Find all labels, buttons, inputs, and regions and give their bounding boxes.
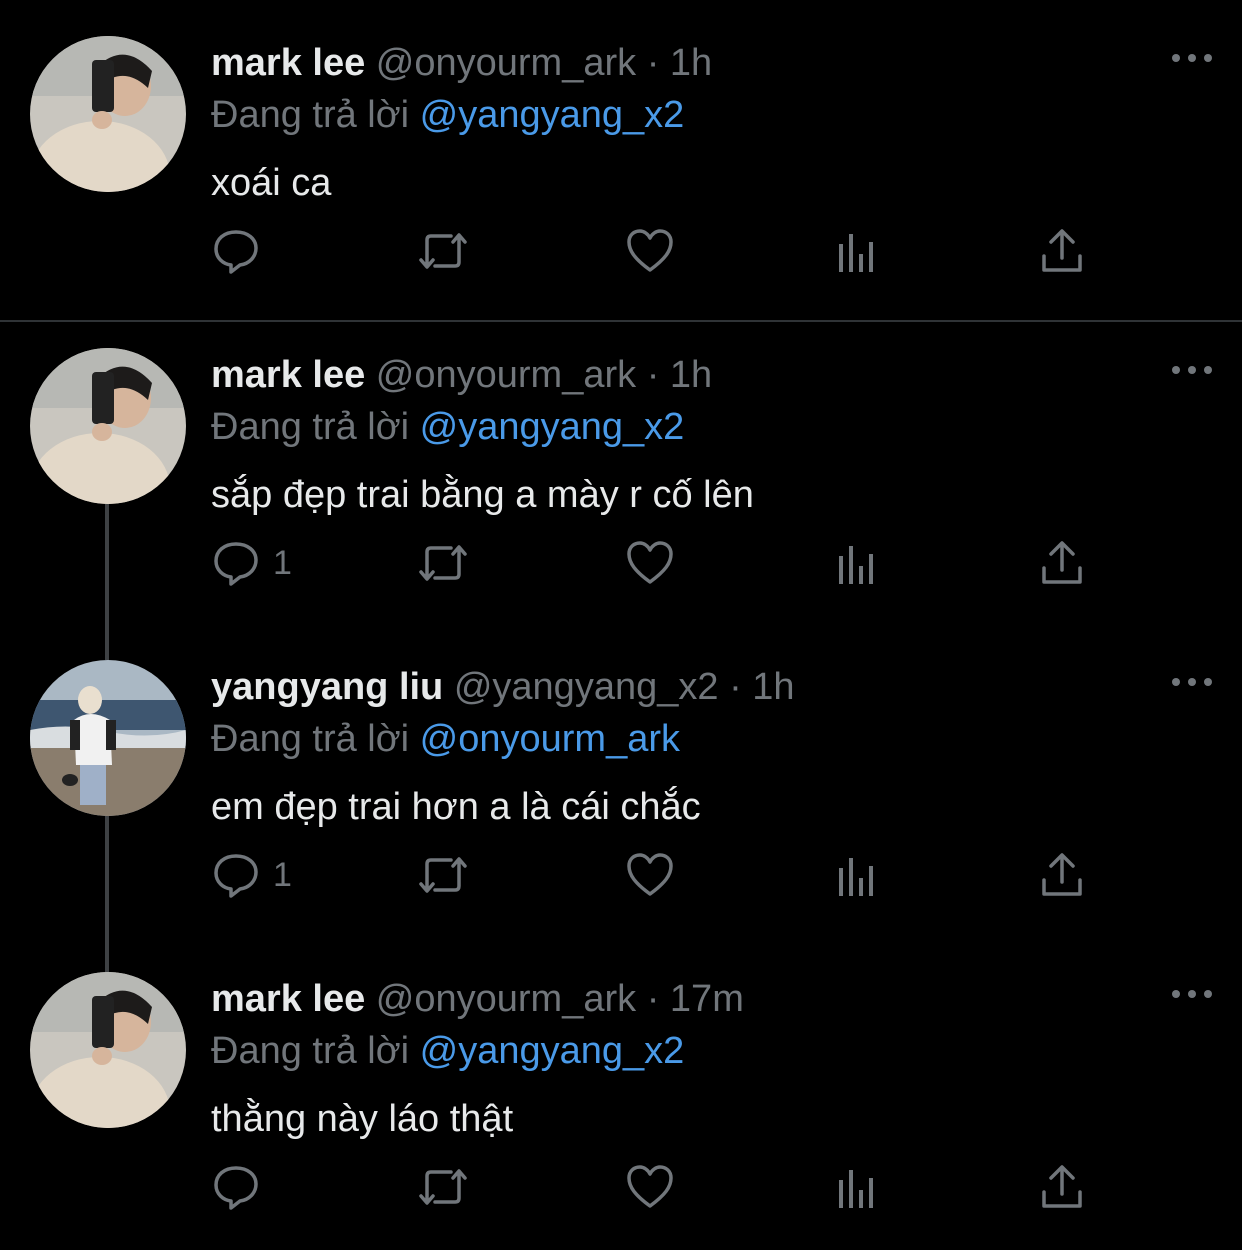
retweet-icon [415,850,471,900]
more-icon[interactable] [1172,672,1212,692]
timestamp[interactable]: 1h [670,354,712,396]
tweet-header: mark lee @onyourm_ark · 1h [211,40,712,86]
retweet-icon [415,226,471,276]
tweet-header: mark lee @onyourm_ark · 17m [211,976,744,1022]
analytics-button[interactable] [835,850,879,900]
like-button[interactable] [625,226,675,276]
heart-icon [625,1162,675,1212]
replying-to: Đang trả lời @yangyang_x2 [211,1028,684,1074]
tweet-text: em đẹp trai hơn a là cái chắc [211,786,701,828]
separator: · [646,42,660,84]
timestamp[interactable]: 17m [670,978,744,1020]
display-name[interactable]: mark lee [211,42,365,84]
timestamp[interactable]: 1h [752,666,794,708]
heart-icon [625,538,675,588]
reply-icon [211,1162,261,1212]
mention-link[interactable]: @yangyang_x2 [420,406,685,448]
action-bar: 1 [211,850,1111,900]
separator: · [729,666,742,708]
reply-icon [211,850,261,900]
retweet-button[interactable] [415,1162,471,1212]
mention-link[interactable]: @yangyang_x2 [420,94,685,136]
reply-icon [211,538,261,588]
more-icon[interactable] [1172,48,1212,68]
display-name[interactable]: yangyang liu [211,666,443,708]
analytics-icon [835,1162,879,1212]
separator: · [646,354,660,396]
tweet-text: sắp đẹp trai bằng a mày r cố lên [211,474,754,516]
reply-button[interactable]: 1 [211,538,292,588]
share-icon [1039,850,1085,900]
reply-button[interactable]: 1 [211,850,292,900]
reply-prefix: Đang trả lời [211,718,410,760]
retweet-icon [415,538,471,588]
mention-link[interactable]: @onyourm_ark [420,718,680,760]
analytics-button[interactable] [835,226,879,276]
like-button[interactable] [625,538,675,588]
retweet-button[interactable] [415,538,471,588]
user-handle[interactable]: @onyourm_ark [376,42,636,84]
tweet[interactable]: mark lee @onyourm_ark · 1h Đang trả lời … [0,0,1242,322]
display-name[interactable]: mark lee [211,978,365,1020]
more-icon[interactable] [1172,360,1212,380]
more-icon[interactable] [1172,984,1212,1004]
mention-link[interactable]: @yangyang_x2 [420,1030,685,1072]
retweet-button[interactable] [415,850,471,900]
user-handle[interactable]: @yangyang_x2 [454,666,719,708]
avatar[interactable] [30,972,186,1128]
tweet-header: mark lee @onyourm_ark · 1h [211,352,712,398]
share-button[interactable] [1039,850,1085,900]
user-handle[interactable]: @onyourm_ark [376,978,636,1020]
timestamp[interactable]: 1h [670,42,712,84]
heart-icon [625,850,675,900]
analytics-icon [835,538,879,588]
reply-prefix: Đang trả lời [211,1030,410,1072]
replying-to: Đang trả lời @onyourm_ark [211,716,680,762]
tweet-text: thằng này láo thật [211,1098,514,1140]
reply-icon [211,226,261,276]
avatar[interactable] [30,36,186,192]
reply-count: 1 [273,543,292,582]
tweet[interactable]: mark lee @onyourm_ark · 17m Đang trả lời… [0,936,1242,1248]
avatar[interactable] [30,660,186,816]
like-button[interactable] [625,850,675,900]
share-button[interactable] [1039,226,1085,276]
tweet[interactable]: mark lee @onyourm_ark · 1h Đang trả lời … [0,312,1242,624]
retweet-button[interactable] [415,226,471,276]
analytics-button[interactable] [835,1162,879,1212]
display-name[interactable]: mark lee [211,354,365,396]
analytics-icon [835,850,879,900]
replying-to: Đang trả lời @yangyang_x2 [211,92,684,138]
share-icon [1039,226,1085,276]
reply-prefix: Đang trả lời [211,94,410,136]
share-icon [1039,1162,1085,1212]
tweet-header: yangyang liu @yangyang_x2 · 1h [211,664,795,710]
share-button[interactable] [1039,1162,1085,1212]
tweet-text: xoái ca [211,162,332,204]
analytics-icon [835,226,879,276]
user-handle[interactable]: @onyourm_ark [376,354,636,396]
action-bar: 1 [211,538,1111,588]
avatar[interactable] [30,348,186,504]
retweet-icon [415,1162,471,1212]
share-button[interactable] [1039,538,1085,588]
replying-to: Đang trả lời @yangyang_x2 [211,404,684,450]
action-bar [211,226,1111,276]
heart-icon [625,226,675,276]
analytics-button[interactable] [835,538,879,588]
tweet[interactable]: yangyang liu @yangyang_x2 · 1h Đang trả … [0,624,1242,936]
separator: · [646,978,660,1020]
share-icon [1039,538,1085,588]
action-bar [211,1162,1111,1212]
reply-prefix: Đang trả lời [211,406,410,448]
reply-button[interactable] [211,1162,273,1212]
like-button[interactable] [625,1162,675,1212]
reply-button[interactable] [211,226,273,276]
reply-count: 1 [273,855,292,894]
